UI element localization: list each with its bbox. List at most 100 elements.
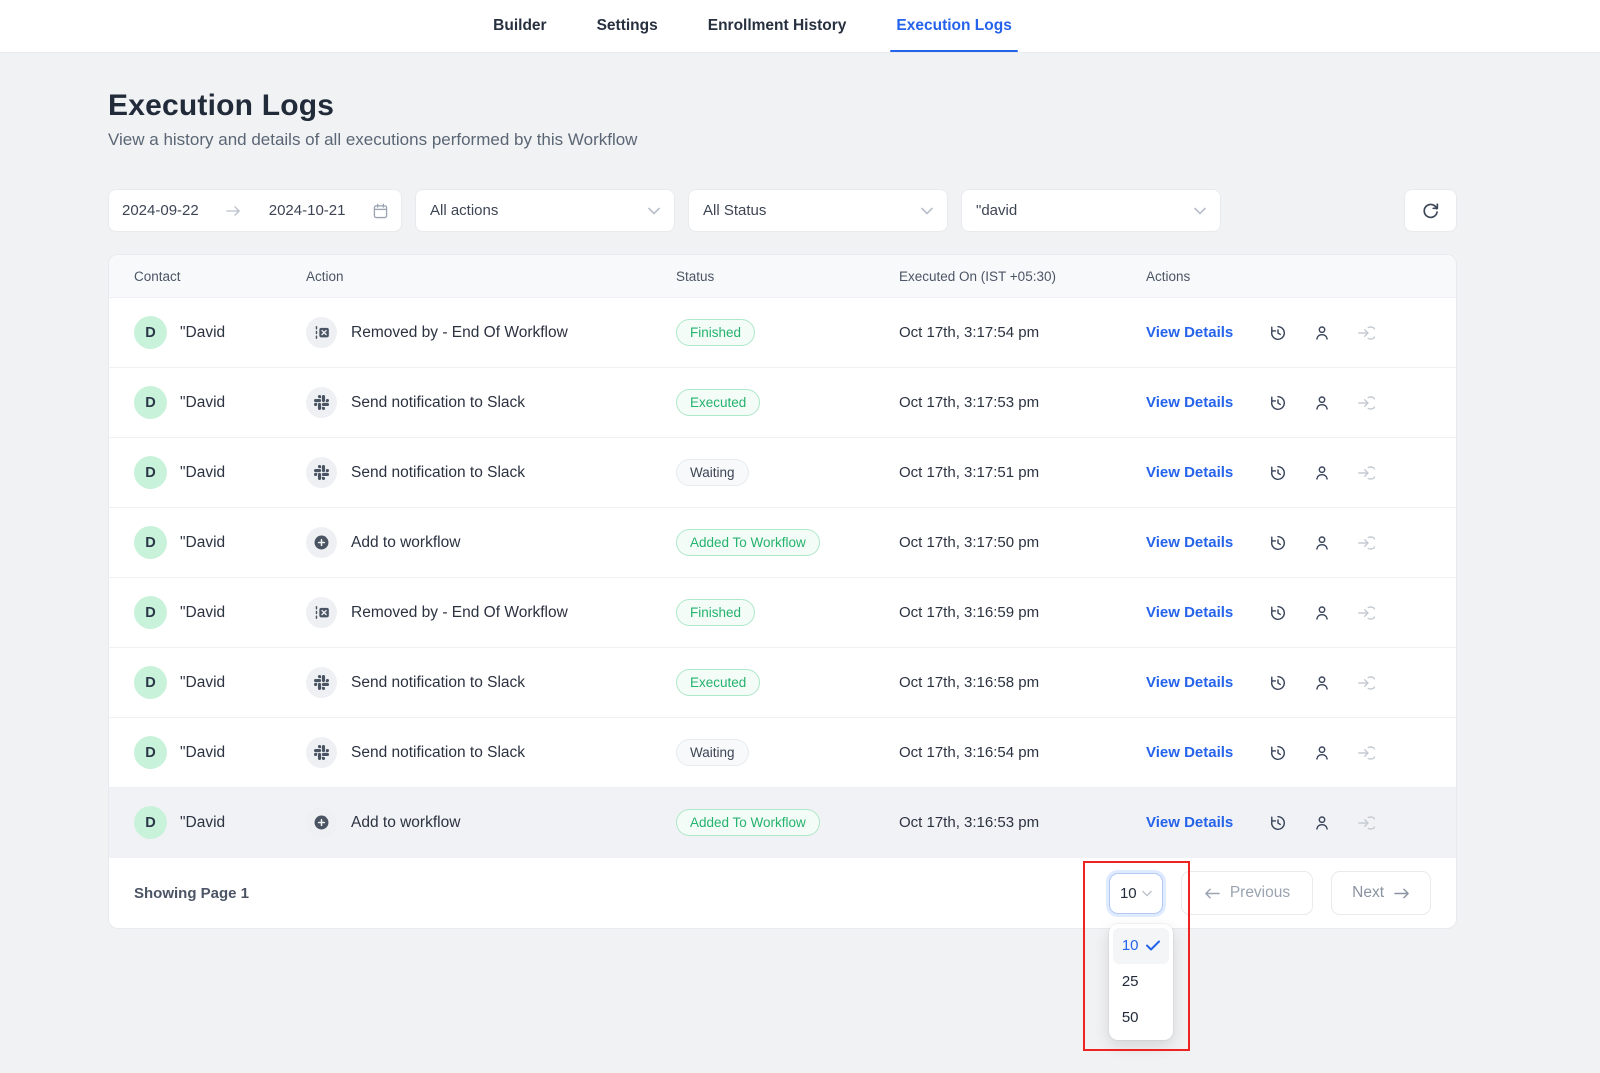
person-icon[interactable] [1313, 394, 1331, 412]
table-row: D "David Send notification to Slack Exec… [109, 368, 1456, 438]
status-cell: Executed [676, 669, 899, 696]
date-range-picker[interactable]: 2024-09-22 2024-10-21 [108, 189, 402, 232]
chevron-down-icon [648, 207, 660, 215]
table-row: D "David Add to workflow Added To Workfl… [109, 508, 1456, 578]
page-size-option-25[interactable]: 25 [1113, 964, 1169, 1000]
history-clock-icon[interactable] [1269, 604, 1287, 622]
enter-workflow-icon[interactable] [1357, 394, 1375, 412]
action-label: Send notification to Slack [351, 674, 525, 692]
action-label: Add to workflow [351, 814, 460, 832]
action-cell: Add to workflow [306, 527, 676, 558]
tab-enrollment-history[interactable]: Enrollment History [706, 0, 849, 52]
page-title: Execution Logs [108, 89, 1457, 123]
executed-on: Oct 17th, 3:17:50 pm [899, 534, 1146, 551]
date-from[interactable]: 2024-09-22 [122, 202, 199, 219]
enter-workflow-icon[interactable] [1357, 324, 1375, 342]
refresh-button[interactable] [1404, 189, 1457, 232]
person-icon[interactable] [1313, 604, 1331, 622]
add-icon [313, 534, 330, 551]
calendar-icon[interactable] [373, 203, 388, 219]
tab-builder[interactable]: Builder [491, 0, 548, 52]
chevron-down-icon [1142, 890, 1152, 897]
avatar: D [134, 386, 167, 419]
enter-workflow-icon[interactable] [1357, 604, 1375, 622]
enter-workflow-icon[interactable] [1357, 744, 1375, 762]
contact-name: "David [180, 604, 225, 622]
view-details-link[interactable]: View Details [1146, 674, 1233, 691]
tab-settings[interactable]: Settings [595, 0, 660, 52]
actions-filter-select[interactable]: All actions [415, 189, 675, 232]
history-clock-icon[interactable] [1269, 394, 1287, 412]
view-details-link[interactable]: View Details [1146, 324, 1233, 341]
removed-icon [306, 317, 337, 348]
enter-workflow-icon[interactable] [1357, 534, 1375, 552]
action-cell: Send notification to Slack [306, 387, 676, 418]
contact-filter-value: "david [976, 202, 1017, 219]
refresh-icon [1421, 201, 1440, 220]
enter-workflow-icon[interactable] [1357, 464, 1375, 482]
previous-page-button[interactable]: Previous [1181, 871, 1313, 915]
tab-execution-logs[interactable]: Execution Logs [894, 0, 1013, 52]
person-icon[interactable] [1313, 324, 1331, 342]
view-details-link[interactable]: View Details [1146, 394, 1233, 411]
person-icon[interactable] [1313, 464, 1331, 482]
view-details-link[interactable]: View Details [1146, 744, 1233, 761]
action-cell: Removed by - End Of Workflow [306, 597, 676, 628]
slack-icon [314, 465, 329, 480]
history-clock-icon[interactable] [1269, 674, 1287, 692]
status-cell: Added To Workflow [676, 809, 899, 836]
page-subtitle: View a history and details of all execut… [108, 130, 1457, 150]
person-icon[interactable] [1313, 744, 1331, 762]
top-navigation: Builder Settings Enrollment History Exec… [0, 0, 1600, 53]
contact-filter-select[interactable]: "david [961, 189, 1221, 232]
page-size-option-10[interactable]: 10 [1113, 928, 1169, 964]
person-icon[interactable] [1313, 674, 1331, 692]
actions-filter-value: All actions [430, 202, 498, 219]
avatar: D [134, 666, 167, 699]
page-size-option-50[interactable]: 50 [1113, 1000, 1169, 1036]
person-icon[interactable] [1313, 814, 1331, 832]
status-badge: Added To Workflow [676, 529, 820, 556]
table-row: D "David Send notification to Slack Wait… [109, 438, 1456, 508]
avatar: D [134, 596, 167, 629]
action-label: Send notification to Slack [351, 394, 525, 412]
next-page-button[interactable]: Next [1331, 871, 1431, 915]
status-filter-select[interactable]: All Status [688, 189, 948, 232]
slack-icon [314, 395, 329, 410]
status-badge: Finished [676, 599, 755, 626]
status-cell: Finished [676, 599, 899, 626]
tab-group: Builder Settings Enrollment History Exec… [491, 0, 1014, 52]
person-icon[interactable] [1313, 534, 1331, 552]
contact-name: "David [180, 674, 225, 692]
contact-cell: D "David [134, 596, 306, 629]
view-details-link[interactable]: View Details [1146, 604, 1233, 621]
history-clock-icon[interactable] [1269, 324, 1287, 342]
view-details-link[interactable]: View Details [1146, 534, 1233, 551]
date-to[interactable]: 2024-10-21 [269, 202, 346, 219]
col-action: Action [306, 269, 676, 284]
enter-workflow-icon[interactable] [1357, 814, 1375, 832]
arrow-right-icon [1394, 887, 1410, 900]
enter-workflow-icon[interactable] [1357, 674, 1375, 692]
option-label: 10 [1122, 937, 1139, 954]
slack-icon [314, 745, 329, 760]
action-label: Removed by - End Of Workflow [351, 324, 568, 342]
execution-logs-table: Contact Action Status Executed On (IST +… [108, 254, 1457, 929]
action-label: Send notification to Slack [351, 744, 525, 762]
view-details-link[interactable]: View Details [1146, 464, 1233, 481]
row-actions-cell: View Details [1146, 464, 1431, 482]
table-row: D "David Send notification to Slack Exec… [109, 648, 1456, 718]
table-header: Contact Action Status Executed On (IST +… [109, 255, 1456, 298]
executed-on: Oct 17th, 3:16:58 pm [899, 674, 1146, 691]
row-actions-cell: View Details [1146, 604, 1431, 622]
history-clock-icon[interactable] [1269, 744, 1287, 762]
page-size-select[interactable]: 10 [1109, 873, 1163, 914]
history-clock-icon[interactable] [1269, 464, 1287, 482]
history-clock-icon[interactable] [1269, 534, 1287, 552]
contact-name: "David [180, 464, 225, 482]
history-clock-icon[interactable] [1269, 814, 1287, 832]
removed-icon [306, 597, 337, 628]
view-details-link[interactable]: View Details [1146, 814, 1233, 831]
col-status: Status [676, 269, 899, 284]
avatar: D [134, 526, 167, 559]
